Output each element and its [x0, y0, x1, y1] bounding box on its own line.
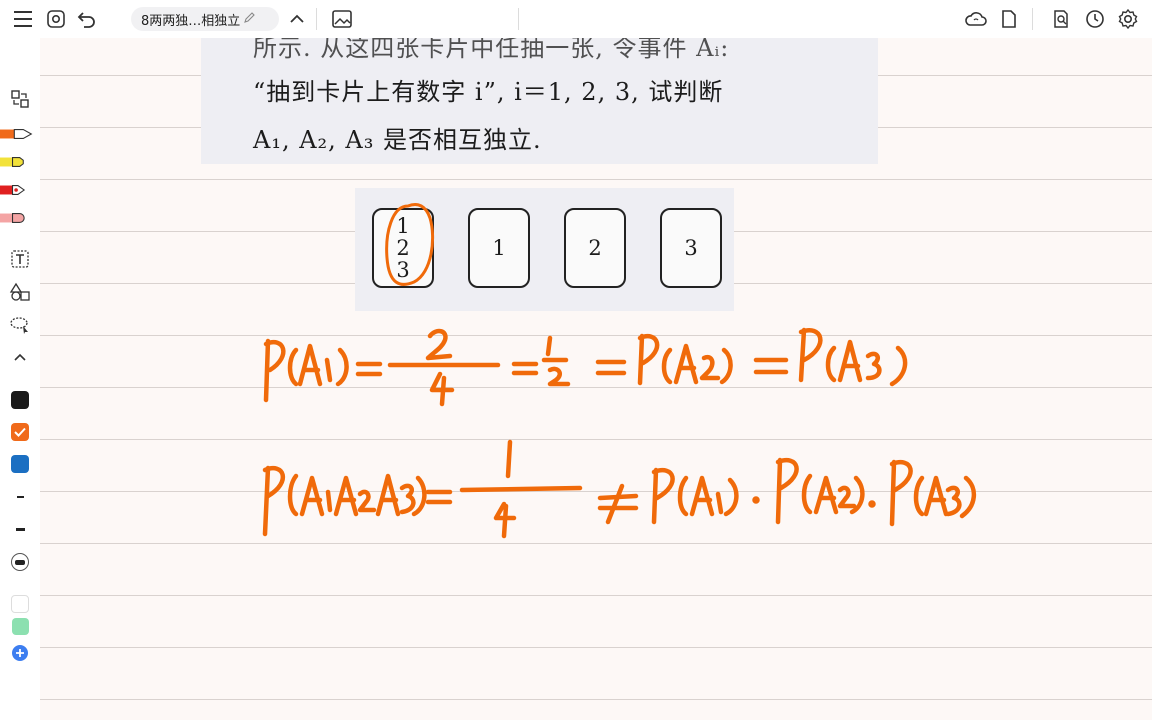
settings-view-icon[interactable] [43, 6, 69, 32]
red-pen-icon[interactable] [0, 177, 34, 203]
collapse-chevron-icon[interactable] [3, 344, 37, 370]
add-color-icon[interactable] [3, 640, 37, 666]
document-tab[interactable]: 8两两独…相独立 [131, 7, 279, 31]
checkmark-icon [14, 427, 26, 437]
cloud-sync-icon[interactable] [963, 6, 989, 32]
toolbar-divider [316, 8, 317, 30]
stroke-medium[interactable] [3, 516, 37, 542]
image-icon[interactable] [329, 6, 355, 32]
undo-icon[interactable] [74, 6, 100, 32]
color-blue[interactable] [3, 451, 37, 477]
handwriting-ink-layer [262, 203, 976, 539]
stroke-thick-selected[interactable] [3, 549, 37, 575]
color-green[interactable] [3, 613, 37, 639]
lasso-select-icon[interactable] [3, 86, 37, 112]
shapes-icon[interactable] [3, 279, 37, 305]
ink-circle-card-1 [385, 203, 435, 286]
ink-equation-1 [263, 327, 908, 407]
edit-pencil-icon[interactable] [243, 11, 256, 28]
lasso-icon[interactable] [3, 312, 37, 338]
menu-icon[interactable] [10, 6, 36, 32]
eraser-icon[interactable] [0, 205, 34, 231]
page-icon[interactable] [996, 6, 1022, 32]
gear-icon[interactable] [1115, 6, 1141, 32]
toolbar-divider [1032, 8, 1033, 30]
color-black[interactable] [3, 387, 37, 413]
search-doc-icon[interactable] [1048, 6, 1074, 32]
document-title: 8两两独…相独立 [141, 13, 241, 29]
yellow-highlighter-icon[interactable] [0, 149, 34, 175]
top-toolbar: 8两两独…相独立 [0, 0, 1152, 38]
stroke-thin[interactable] [3, 484, 37, 510]
toolbar-divider [518, 8, 519, 30]
history-clock-icon[interactable] [1082, 6, 1108, 32]
color-orange-selected[interactable] [3, 419, 37, 445]
orange-pen-icon[interactable] [0, 121, 34, 147]
chevron-up-icon[interactable] [284, 6, 310, 32]
note-canvas[interactable]: 所示. 从这四张卡片中任抽一张, 令事件 Aᵢ: “抽到卡片上有数字 i”, i… [40, 38, 1152, 720]
text-tool-icon[interactable] [3, 246, 37, 272]
left-tool-sidebar [0, 38, 40, 720]
ink-equation-2 [262, 439, 976, 539]
